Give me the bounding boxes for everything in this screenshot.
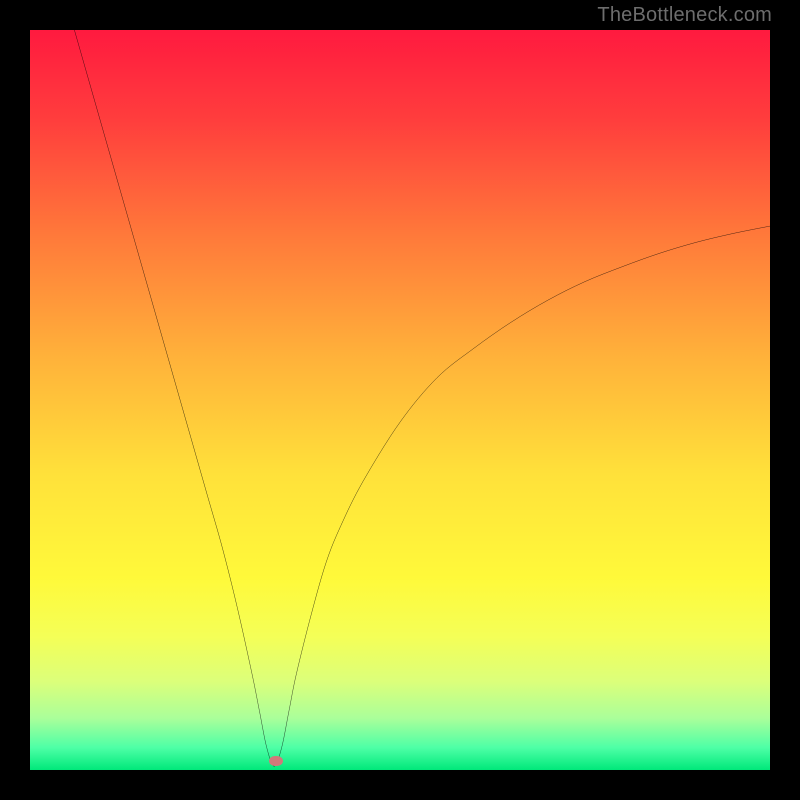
bottleneck-curve	[30, 30, 770, 770]
minimum-marker	[269, 756, 283, 766]
chart-frame: TheBottleneck.com	[0, 0, 800, 800]
watermark-text: TheBottleneck.com	[597, 4, 772, 27]
plot-area	[30, 30, 770, 770]
